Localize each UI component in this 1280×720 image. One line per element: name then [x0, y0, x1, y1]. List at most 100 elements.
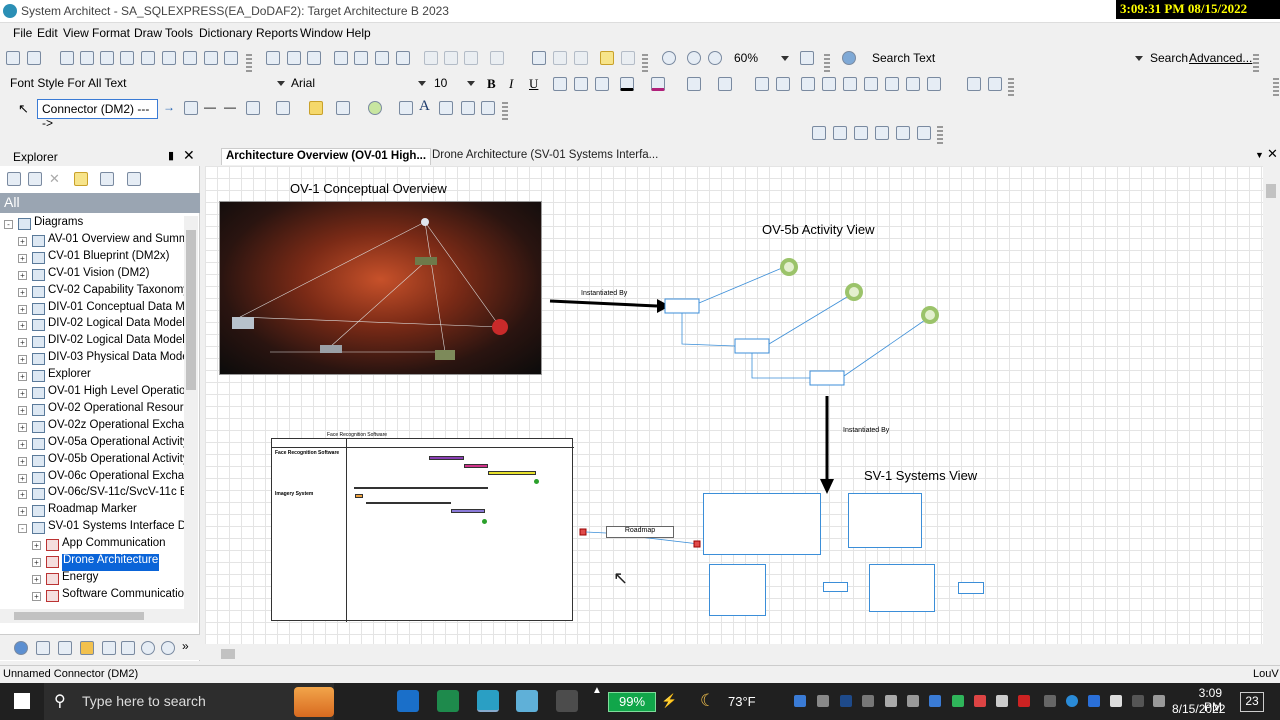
- toolbar-grip[interactable]: [1273, 76, 1279, 96]
- save-all-icon[interactable]: [354, 51, 368, 65]
- font-size-select[interactable]: 10: [430, 74, 478, 94]
- sv1-system-box[interactable]: [709, 564, 766, 616]
- label-icon[interactable]: [439, 101, 453, 115]
- tree-expander[interactable]: +: [32, 558, 41, 567]
- tree-item[interactable]: OV-06c Operational Exchange: [48, 470, 184, 487]
- font-name-select[interactable]: Arial: [287, 74, 429, 94]
- explorer-filter-icon[interactable]: [127, 172, 141, 186]
- align-objects-icon[interactable]: [843, 77, 857, 91]
- menu-view[interactable]: View: [63, 26, 89, 40]
- mail-icon[interactable]: [996, 695, 1008, 707]
- diagram-icon[interactable]: [287, 51, 301, 65]
- tree-item[interactable]: CV-01 Vision (DM2): [48, 267, 184, 284]
- tree-vscroll-thumb[interactable]: [186, 230, 196, 390]
- grid-icon[interactable]: [100, 51, 114, 65]
- arrange-icon[interactable]: [755, 77, 769, 91]
- toolbar-grip[interactable]: [937, 124, 943, 144]
- tree-hscroll-thumb[interactable]: [14, 612, 144, 620]
- tree-hscrollbar[interactable]: [0, 609, 198, 623]
- zoom-icon[interactable]: [662, 51, 676, 65]
- tree-item[interactable]: Diagrams: [34, 216, 184, 233]
- text-tool-icon[interactable]: A: [419, 98, 430, 115]
- print-icon[interactable]: [375, 51, 389, 65]
- search-text-input[interactable]: Search Text: [868, 49, 1146, 69]
- network-icon[interactable]: [1132, 695, 1144, 707]
- taskbar-search[interactable]: ⚲ Type here to search: [44, 683, 334, 720]
- tree-expander[interactable]: -: [4, 220, 13, 229]
- new-icon[interactable]: [60, 51, 74, 65]
- bold-button[interactable]: B: [487, 76, 496, 92]
- wifi-icon[interactable]: [1044, 695, 1056, 707]
- check-icon[interactable]: [600, 51, 614, 65]
- font-style-select[interactable]: Font Style For All Text: [6, 74, 288, 94]
- pointer-icon[interactable]: ↖: [18, 101, 29, 117]
- battery-indicator[interactable]: 99%: [608, 692, 656, 712]
- connector-type-select[interactable]: Connector (DM2) ---->: [37, 99, 158, 130]
- explorer-delete-icon[interactable]: ✕: [49, 171, 60, 187]
- binoculars-icon[interactable]: [800, 51, 814, 65]
- overflow-up-icon[interactable]: ▲: [592, 685, 602, 696]
- refresh-icon[interactable]: [464, 51, 478, 65]
- align-left-icon[interactable]: [553, 77, 567, 91]
- menu-format[interactable]: Format: [92, 26, 130, 40]
- tree-expander[interactable]: +: [18, 490, 27, 500]
- underline-button[interactable]: U: [529, 76, 538, 92]
- system-architect-icon[interactable]: [477, 690, 499, 712]
- terminal-icon[interactable]: [556, 690, 578, 712]
- canvas-vscroll-thumb[interactable]: [1266, 184, 1276, 198]
- tree-expander[interactable]: +: [18, 389, 27, 398]
- tree-vscrollbar[interactable]: [184, 216, 198, 610]
- web-icon[interactable]: [141, 641, 155, 655]
- properties-icon[interactable]: [490, 51, 504, 65]
- tree-item[interactable]: OV-02z Operational Exchange: [48, 419, 184, 436]
- layout1-icon[interactable]: [812, 126, 826, 140]
- windows-start-icon[interactable]: [14, 693, 30, 709]
- size-icon[interactable]: [885, 77, 899, 91]
- more-icon[interactable]: »: [182, 639, 189, 653]
- arrow-right-icon[interactable]: →: [163, 100, 175, 114]
- canvas-vscrollbar[interactable]: [1264, 178, 1278, 644]
- sv1-system-box[interactable]: [848, 493, 922, 548]
- toolbar-grip[interactable]: [642, 52, 648, 72]
- layout3-icon[interactable]: [854, 126, 868, 140]
- weather-temp[interactable]: 73°F: [728, 694, 756, 709]
- flip-icon[interactable]: [927, 77, 941, 91]
- tree-item[interactable]: CV-02 Capability Taxonomy (D: [48, 284, 184, 301]
- tree-expander[interactable]: +: [18, 372, 27, 382]
- menu-edit[interactable]: Edit: [37, 26, 58, 40]
- italic-button[interactable]: I: [509, 76, 513, 92]
- pin-icon[interactable]: ▮: [168, 149, 174, 162]
- excel-icon[interactable]: [437, 690, 459, 712]
- tree-item[interactable]: CV-01 Blueprint (DM2x): [48, 250, 184, 267]
- tree-expander[interactable]: +: [18, 321, 27, 331]
- tray-app-icon[interactable]: [1018, 695, 1030, 707]
- tree-item[interactable]: DIV-01 Conceptual Data Mode: [48, 301, 184, 318]
- distribute-icon[interactable]: [864, 77, 878, 91]
- search-icon[interactable]: [161, 641, 175, 655]
- tree-item[interactable]: Software Communication V: [62, 588, 184, 605]
- tray-app-icon[interactable]: [952, 695, 964, 707]
- tree-expander[interactable]: -: [18, 524, 27, 534]
- font-color-icon[interactable]: [620, 77, 634, 91]
- tree-item[interactable]: Roadmap Marker: [48, 503, 184, 520]
- explorer-view-icon[interactable]: [100, 172, 114, 186]
- tree-item[interactable]: OV-02 Operational Resource F: [48, 402, 184, 419]
- format-icon[interactable]: [621, 51, 635, 65]
- layers-icon[interactable]: [36, 641, 50, 655]
- monitor-icon[interactable]: [121, 641, 135, 655]
- branch-icon[interactable]: [224, 51, 238, 65]
- app-icon[interactable]: [516, 690, 538, 712]
- layers-icon[interactable]: [141, 51, 155, 65]
- tray-app-icon[interactable]: [1110, 695, 1122, 707]
- shape-icon[interactable]: [246, 101, 260, 115]
- tree-item[interactable]: OV-05a Operational Activity D: [48, 436, 184, 453]
- rotate-icon[interactable]: [906, 77, 920, 91]
- cut-icon[interactable]: [532, 51, 546, 65]
- outlook-icon[interactable]: [397, 690, 419, 712]
- tree-expander[interactable]: +: [32, 591, 41, 601]
- copy-icon[interactable]: [120, 51, 134, 65]
- fill-color-icon[interactable]: [651, 77, 665, 91]
- layout6-icon[interactable]: [917, 126, 931, 140]
- multi-shape-icon[interactable]: [336, 101, 350, 115]
- line-style-icon[interactable]: [687, 77, 701, 91]
